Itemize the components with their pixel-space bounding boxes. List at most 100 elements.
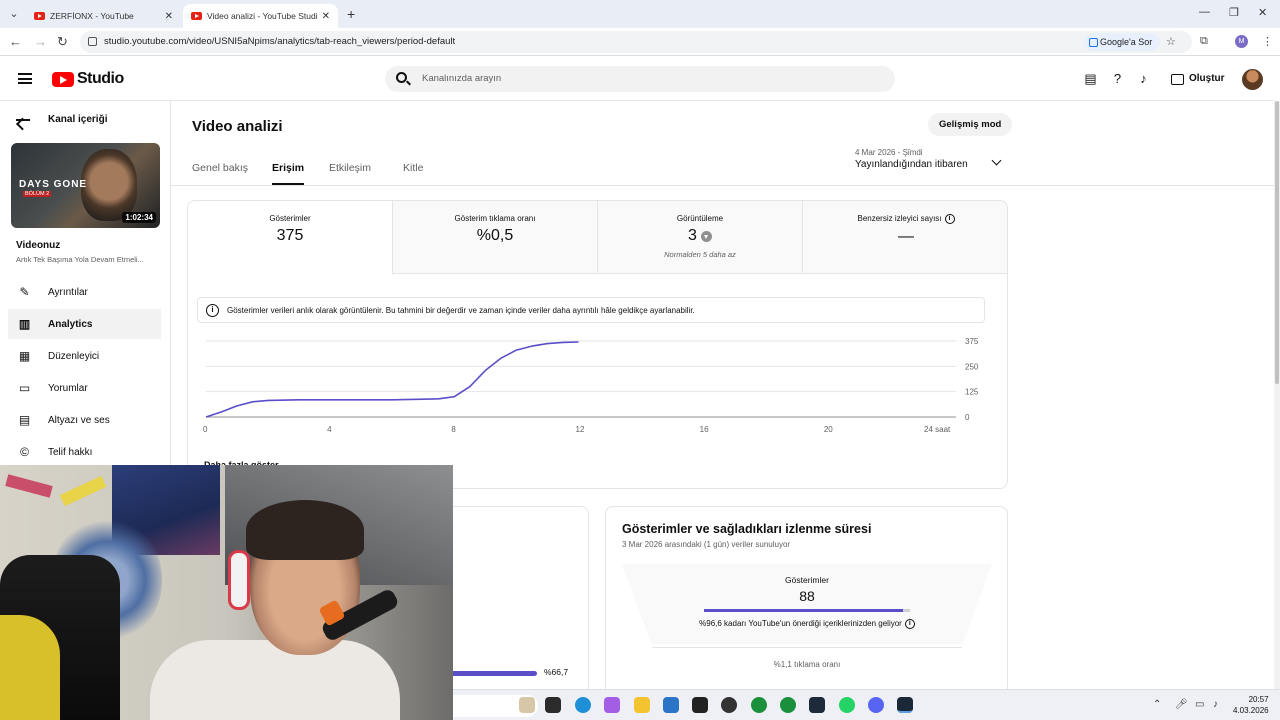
page-scrollbar[interactable] (1274, 101, 1280, 689)
studio-header: Studio Kanalınızda arayın ▤ ? ♪ Oluştur (0, 57, 1274, 101)
funnel-progress-bar (704, 609, 903, 612)
webcam-overlay (0, 465, 453, 720)
metric-label: Benzersiz izleyici sayısı i (803, 214, 1007, 224)
traffic-bar (452, 671, 537, 676)
sidebar-item-label: Düzenleyici (48, 350, 100, 362)
video-title-label: Videonuz (16, 240, 61, 251)
sidebar-item-copyright[interactable]: © Telif hakkı (8, 437, 161, 467)
x-tick-label: 4 (327, 425, 332, 434)
notice-text: Gösterimler verileri anlık olarak görünt… (227, 305, 695, 315)
metric-impressions[interactable]: Gösterimler 375 (188, 201, 393, 274)
sidebar-item-comments[interactable]: ▭ Yorumlar (8, 373, 161, 403)
channel-search[interactable]: Kanalınızda arayın (385, 66, 895, 92)
tray-chevron-icon[interactable]: ⌃ (1153, 699, 1161, 710)
scrollbar-thumb[interactable] (1275, 101, 1279, 384)
browser-tab-youtube[interactable]: ZERFİONX - YouTube ✕ (26, 4, 181, 28)
traffic-percent: %66,7 (544, 667, 569, 677)
info-icon[interactable]: i (944, 214, 955, 224)
task-view-icon[interactable] (545, 697, 561, 713)
site-info-icon[interactable] (88, 37, 97, 46)
discord-icon[interactable] (868, 697, 884, 713)
video-thumbnail[interactable]: DAYS GONE BÖLÜM 2 1:02:34 (11, 143, 160, 228)
app-icon[interactable] (809, 697, 825, 713)
file-explorer-icon[interactable] (634, 697, 650, 713)
back-icon[interactable]: ← (9, 34, 22, 49)
chrome-profile-icon[interactable] (780, 697, 796, 713)
sidebar-item-label: Telif hakkı (48, 446, 93, 458)
info-icon[interactable]: i (904, 619, 915, 629)
y-tick-label: 0 (965, 413, 970, 422)
sidebar-item-subtitles[interactable]: ▤ Altyazı ve ses (8, 405, 161, 435)
forward-icon[interactable]: → (34, 34, 47, 49)
create-button[interactable]: Oluştur (1163, 69, 1231, 89)
tab-search-icon[interactable]: ⌄ (6, 6, 22, 22)
funnel-title: Gösterimler ve sağladıkları izlenme süre… (622, 522, 872, 536)
youtube-icon (191, 12, 202, 20)
close-tab-icon[interactable]: ✕ (165, 11, 173, 22)
menu-icon[interactable] (18, 73, 32, 84)
youtube-play-icon (52, 71, 74, 87)
sidebar-item-editor[interactable]: ▦ Düzenleyici (8, 341, 161, 371)
studio-logo[interactable]: Studio (52, 70, 124, 88)
metric-ctr[interactable]: Gösterim tıklama oranı %0,5 (393, 201, 598, 274)
metric-value: 375 (276, 227, 304, 244)
close-window-icon[interactable]: ✕ (1258, 6, 1267, 19)
new-tab-button[interactable]: + (347, 6, 355, 22)
trend-down-icon (700, 230, 712, 242)
chrome-menu-icon[interactable]: ⋮ (1262, 35, 1273, 48)
thumbnail-title: DAYS GONE (19, 179, 88, 190)
url-field[interactable]: studio.youtube.com/video/USNI5aNpims/ana… (80, 31, 1192, 53)
app-icon[interactable] (721, 697, 737, 713)
comment-icon: ▭ (18, 380, 31, 395)
funnel-stage-label: Gösterimler (785, 575, 829, 585)
network-icon[interactable]: ▭ (1195, 699, 1204, 710)
metric-label: Gösterimler (269, 214, 311, 223)
steam-icon[interactable] (897, 697, 913, 713)
help-icon[interactable]: ? (1110, 72, 1125, 86)
sidebar-item-analytics[interactable]: ▥ Analytics (8, 309, 161, 339)
channel-content-back[interactable]: Kanal içeriği (16, 114, 107, 125)
taskbar-widget-icon[interactable] (519, 697, 535, 713)
edge-icon[interactable] (575, 697, 591, 713)
x-tick-label: 0 (203, 425, 208, 434)
thumbnail-character (81, 149, 137, 221)
profile-avatar[interactable]: M (1235, 35, 1248, 48)
restore-icon[interactable]: ❐ (1229, 6, 1239, 19)
funnel-subtitle: 3 Mar 2026 arasındaki (1 gün) veriler su… (622, 540, 791, 549)
extensions-icon[interactable]: ⧉ (1200, 35, 1208, 48)
app-icon[interactable] (692, 697, 708, 713)
metric-label: Görüntüleme (676, 214, 724, 223)
advanced-mode-button[interactable]: Gelişmiş mod (928, 113, 1013, 136)
sidebar-item-label: Yorumlar (48, 382, 88, 394)
logo-text: Studio (77, 70, 124, 87)
reload-icon[interactable]: ↻ (57, 34, 68, 50)
copilot-icon[interactable] (604, 697, 620, 713)
date-range-picker[interactable]: 4 Mar 2026 - Şimdi Yayınlandığından itib… (855, 148, 1005, 170)
taskbar-clock[interactable]: 20:57 4.03.2026 (1233, 694, 1269, 716)
browser-tab-studio[interactable]: Video analizi - YouTube Studio ✕ (183, 4, 338, 28)
tab-engagement[interactable]: Etkileşim (329, 162, 371, 174)
notifications-bell-icon[interactable]: ♪ (1136, 72, 1151, 86)
analytics-icon: ▥ (18, 316, 31, 331)
reach-summary-card: Gösterimler 375 Gösterim tıklama oranı %… (187, 200, 1008, 489)
metric-unique-viewers[interactable]: Benzersiz izleyici sayısı i — (803, 201, 1007, 274)
tab-overview[interactable]: Genel bakış (192, 162, 248, 174)
browser-tab-bar: ⌄ ZERFİONX - YouTube ✕ Video analizi - Y… (0, 0, 1280, 28)
whatsapp-icon[interactable] (839, 697, 855, 713)
google-ask-button[interactable]: Google'a Sor (1084, 33, 1161, 51)
sidebar-item-details[interactable]: ✎ Ayrıntılar (8, 277, 161, 307)
minimize-icon[interactable]: — (1199, 6, 1210, 18)
microphone-icon[interactable]: 🎤︎ (1175, 699, 1188, 710)
chrome-icon[interactable] (751, 697, 767, 713)
tab-audience[interactable]: Kitle (403, 162, 423, 174)
volume-icon[interactable]: ♪ (1213, 699, 1218, 710)
funnel-stage-note: %1,1 tıklama oranı (773, 660, 841, 669)
store-icon[interactable] (663, 697, 679, 713)
metric-views[interactable]: Görüntüleme 3 Normalden 5 daha az (598, 201, 803, 274)
close-tab-icon[interactable]: ✕ (322, 11, 330, 22)
tab-reach[interactable]: Erişim (272, 162, 305, 185)
x-tick-label: 24 saat (924, 425, 951, 434)
feedback-icon[interactable]: ▤ (1083, 72, 1098, 86)
bookmark-star-icon[interactable]: ☆ (1166, 35, 1176, 48)
account-avatar[interactable] (1242, 69, 1263, 90)
